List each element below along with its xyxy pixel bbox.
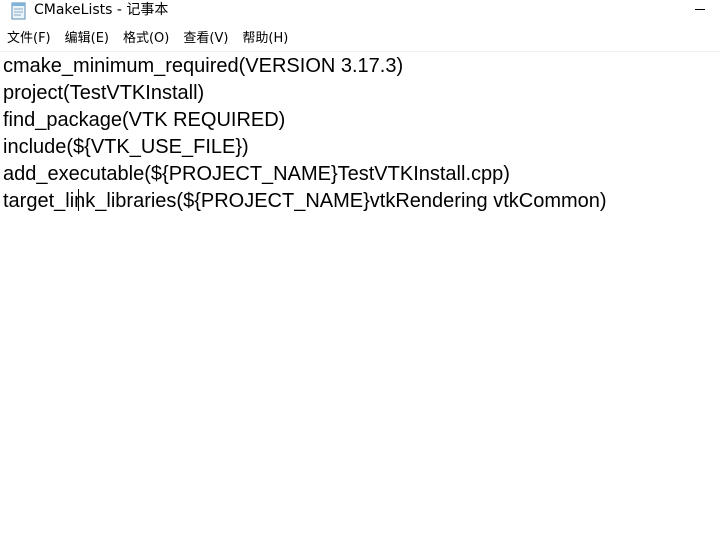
menu-bar: 文件(F) 编辑(E) 格式(O) 查看(V) 帮助(H) — [0, 28, 720, 50]
menu-file[interactable]: 文件(F) — [0, 28, 58, 50]
text-editor[interactable]: cmake_minimum_required(VERSION 3.17.3) p… — [0, 52, 720, 534]
menu-format[interactable]: 格式(O) — [116, 28, 176, 50]
menu-edit[interactable]: 编辑(E) — [58, 28, 116, 50]
title-bar[interactable]: CMakeLists - 记事本 — [0, 0, 720, 26]
menu-help[interactable]: 帮助(H) — [235, 28, 295, 50]
minimize-button[interactable] — [676, 0, 720, 22]
editor-line[interactable]: target_link_libraries(${PROJECT_NAME}vtk… — [3, 188, 720, 215]
editor-line[interactable]: cmake_minimum_required(VERSION 3.17.3) — [3, 53, 720, 80]
editor-line[interactable]: add_executable(${PROJECT_NAME}TestVTKIns… — [3, 161, 720, 188]
text-caret — [78, 189, 79, 211]
editor-line[interactable]: project(TestVTKInstall) — [3, 80, 720, 107]
minimize-icon — [695, 9, 705, 10]
editor-content[interactable]: cmake_minimum_required(VERSION 3.17.3) p… — [3, 53, 720, 215]
menu-view[interactable]: 查看(V) — [176, 28, 235, 50]
window-title: CMakeLists - 记事本 — [34, 2, 169, 18]
notepad-window: CMakeLists - 记事本 文件(F) 编辑(E) 格式(O) 查看(V)… — [0, 0, 720, 534]
editor-line[interactable]: include(${VTK_USE_FILE}) — [3, 134, 720, 161]
editor-line[interactable]: find_package(VTK REQUIRED) — [3, 107, 720, 134]
notepad-icon — [11, 2, 26, 20]
